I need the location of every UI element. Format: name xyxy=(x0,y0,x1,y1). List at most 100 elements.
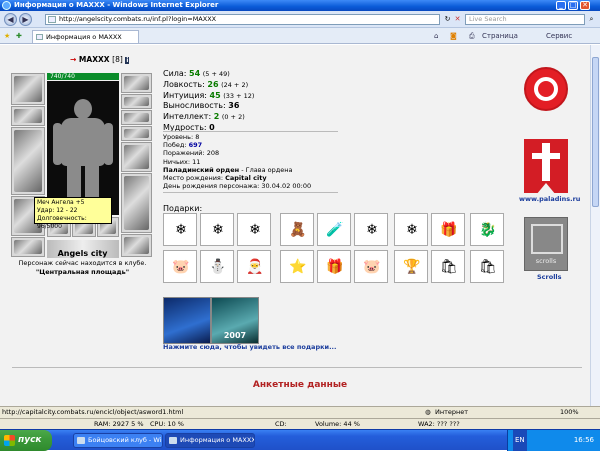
cpu-readout: CPU: 10 % xyxy=(150,420,184,428)
gift-item[interactable]: 🧪 xyxy=(317,213,351,246)
character-level: [8] xyxy=(112,55,123,64)
item-tooltip: Меч Ангела +5 Удар: 12 - 22 Долговечност… xyxy=(34,197,112,230)
scrolls-logo-text: scrolls xyxy=(535,257,557,265)
gift-item[interactable]: 🛍 xyxy=(470,250,504,283)
scroll-slot-2[interactable] xyxy=(121,110,152,125)
page-icon xyxy=(48,16,56,23)
character-city: Angels city xyxy=(57,249,108,258)
paladin-order-logo[interactable] xyxy=(524,67,568,111)
character-location: Персонаж сейчас находится в клубе. "Цент… xyxy=(10,259,155,276)
ie-icon xyxy=(2,1,11,10)
volume-readout: Volume: 44 % xyxy=(315,420,360,428)
gift-item[interactable]: ❄ xyxy=(200,213,234,246)
zoom-control[interactable]: 100% xyxy=(560,407,579,418)
home-icon[interactable]: ⌂ xyxy=(434,31,438,41)
character-info: Уровень: 8 Побед: 697 Поражений: 208 Нич… xyxy=(163,133,311,190)
gift-item[interactable]: 🐉 xyxy=(470,213,504,246)
address-bar: ◀ ▶ http://angelscity.combats.ru/inf.pl?… xyxy=(0,11,600,28)
favorites-star-icon[interactable]: ★ xyxy=(4,31,10,41)
gift-item[interactable]: 🏆 xyxy=(394,250,428,283)
gift-item[interactable]: 🐷 xyxy=(354,250,388,283)
status-bar: http://capitalcity.combats.ru/encicl/obj… xyxy=(0,406,600,418)
big-gift-card-2007[interactable]: 2007 xyxy=(211,297,259,344)
scroll-slot-1[interactable] xyxy=(121,94,152,109)
location-line-1: Персонаж сейчас находится в клубе. xyxy=(18,259,147,267)
stop-icon[interactable]: ✕ xyxy=(453,15,462,24)
scrollbar-thumb[interactable] xyxy=(592,57,599,207)
gloves-slot[interactable] xyxy=(121,142,152,172)
search-input[interactable]: Live Search xyxy=(465,14,585,25)
character-name[interactable]: MAXXX xyxy=(79,55,110,64)
stat-agility: Ловкость: 26 (24 + 2) xyxy=(163,79,249,89)
divider xyxy=(163,131,338,132)
clock: 16:56 xyxy=(573,436,594,444)
ram-readout: RAM: 2927 5 % xyxy=(94,420,144,428)
globe-icon: ◍ xyxy=(425,408,431,416)
scrolls-logo[interactable]: scrolls xyxy=(524,217,568,271)
big-gift-card[interactable] xyxy=(163,297,211,344)
shield-slot[interactable] xyxy=(121,173,152,233)
gift-item[interactable]: 🛍 xyxy=(431,250,465,283)
gift-item[interactable]: ⛄ xyxy=(200,250,234,283)
maximize-button[interactable]: □ xyxy=(568,1,578,10)
hp-bar: 740/740 xyxy=(47,73,119,80)
scroll-slot-3[interactable] xyxy=(121,126,152,141)
page-content: → MAXXX [8] i 740/740 Меч Ангела +5 Удар… xyxy=(0,45,590,406)
gift-item[interactable]: ❄ xyxy=(354,213,388,246)
earrings-slot[interactable] xyxy=(121,73,152,93)
close-button[interactable]: ✕ xyxy=(580,1,590,10)
amulet-slot[interactable] xyxy=(11,106,45,126)
window-icon xyxy=(169,437,177,444)
minimize-button[interactable]: _ xyxy=(556,1,566,10)
stat-endurance: Выносливость: 36 xyxy=(163,101,240,111)
gift-item[interactable]: 🎅 xyxy=(237,250,271,283)
gift-item[interactable]: 🎁 xyxy=(317,250,351,283)
system-tray: EN 16:56 xyxy=(507,430,600,451)
tab-current[interactable]: Информация о MAXXX xyxy=(32,30,139,43)
zone-label: Интернет xyxy=(435,408,469,416)
search-icon[interactable]: ⌕ xyxy=(587,15,596,24)
paladins-link[interactable]: www.paladins.ru xyxy=(519,195,580,203)
language-indicator[interactable]: EN xyxy=(513,430,527,451)
helmet-slot[interactable] xyxy=(11,73,45,105)
arrow-icon: → xyxy=(70,55,77,64)
page-menu[interactable]: Страница xyxy=(482,31,518,41)
divider xyxy=(12,367,582,368)
wa-readout: WA2: ??? ??? xyxy=(418,420,460,428)
info-birthday: День рождения персонажа: 30.04.02 00:00 xyxy=(163,182,312,191)
windows-logo-icon xyxy=(4,435,15,446)
paladins-banner-icon[interactable] xyxy=(524,139,568,195)
gift-item[interactable]: 🎁 xyxy=(431,213,465,246)
see-all-gifts-link[interactable]: Нажмите сюда, чтобы увидеть все подарки.… xyxy=(163,343,336,351)
start-button[interactable]: пуск xyxy=(0,430,52,451)
taskbar-button-club[interactable]: Бойцовский клуб - Win... xyxy=(73,433,163,448)
service-menu[interactable]: Сервис xyxy=(546,31,572,41)
gift-item[interactable]: ❄ xyxy=(163,213,197,246)
url-field[interactable]: http://angelscity.combats.ru/inf.pl?logi… xyxy=(45,14,440,25)
gift-item[interactable]: ❄ xyxy=(237,213,271,246)
print-icon[interactable]: ⎙ xyxy=(469,31,475,41)
feeds-icon[interactable]: ◙ xyxy=(450,31,457,41)
forward-button[interactable]: ▶ xyxy=(19,13,32,26)
window-title: Информация о MAXXX - Windows Internet Ex… xyxy=(14,1,219,9)
tab-bar: ★ ✚ Информация о MAXXX ⌂ ◙ ⎙ Страница Се… xyxy=(0,28,600,44)
add-favorite-icon[interactable]: ✚ xyxy=(16,31,22,41)
gift-item[interactable]: ❄ xyxy=(394,213,428,246)
info-icon[interactable]: i xyxy=(125,57,130,64)
gift-item[interactable]: 🐷 xyxy=(163,250,197,283)
window-titlebar: Информация о MAXXX - Windows Internet Ex… xyxy=(0,0,600,11)
gift-item[interactable]: ⭐ xyxy=(280,250,314,283)
stat-intuition: Интуиция: 45 (33 + 12) xyxy=(163,90,255,100)
section-title: Анкетные данные xyxy=(252,380,348,390)
back-button[interactable]: ◀ xyxy=(4,13,17,26)
refresh-icon[interactable]: ↻ xyxy=(443,15,452,24)
scrolls-link[interactable]: Scrolls xyxy=(537,273,562,281)
info-wins: Побед: 697 xyxy=(163,141,203,150)
weapon-slot[interactable] xyxy=(11,127,45,195)
gift-item[interactable]: 🧸 xyxy=(280,213,314,246)
tooltip-item-name: Меч Ангела +5 xyxy=(37,199,85,206)
vertical-scrollbar[interactable] xyxy=(590,45,600,406)
performance-bar: RAM: 2927 5 % CPU: 10 % CD: Volume: 44 %… xyxy=(0,418,600,429)
taskbar-button-info[interactable]: Информация о MAXXX ... xyxy=(165,433,255,448)
character-body xyxy=(47,81,119,215)
